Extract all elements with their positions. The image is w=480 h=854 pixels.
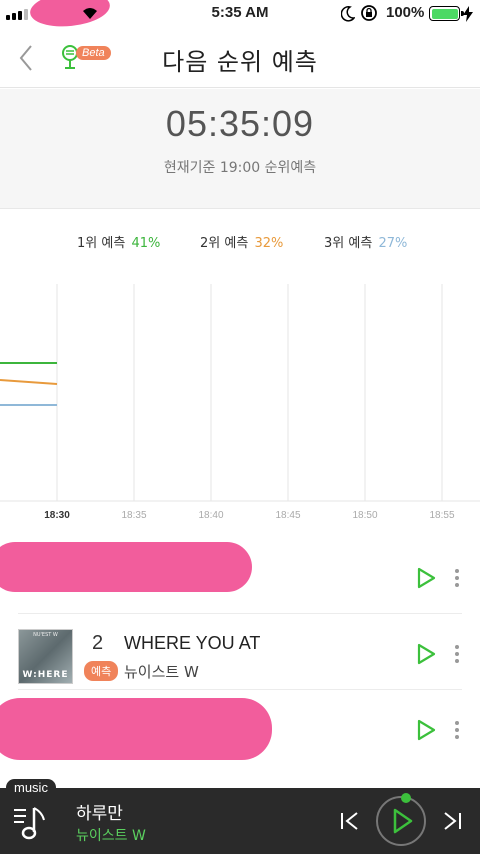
x-tick-label: 18:50 [352, 510, 377, 521]
redaction-mark [0, 698, 272, 760]
countdown-panel: 05:35:09 현재기준 19:00 순위예측 [0, 89, 480, 209]
play-pause-button[interactable] [376, 796, 426, 846]
page-title: 다음 순위 예측 [162, 48, 318, 76]
x-tick-label: 18:45 [275, 510, 300, 521]
x-tick-label: 18:30 [44, 510, 70, 521]
row-divider [18, 613, 462, 614]
legend-item-rank2: 2위 예측 32% [200, 232, 283, 251]
battery-icon [429, 6, 464, 21]
battery-percent: 100% [386, 4, 425, 21]
more-options-button[interactable] [450, 718, 464, 742]
prediction-badge: 예측 [84, 661, 119, 681]
x-tick-label: 18:55 [429, 510, 454, 521]
album-cover-title: W:HERE [22, 670, 69, 680]
now-playing-artist: 뉴이스트 W [76, 828, 146, 844]
rank-number: 2 [92, 632, 104, 654]
status-bar: 5:35 AM 100% [0, 0, 480, 31]
legend-item-rank3: 3위 예측 27% [324, 232, 407, 251]
song-row[interactable]: NU'EST W W:HERE 2 예측 WHERE YOU AT 뉴이스트 W [0, 618, 480, 690]
chart-legend: 1위 예측 41% 2위 예측 32% 3위 예측 27% [0, 232, 480, 256]
legend-item-rank1: 1위 예측 41% [77, 232, 160, 251]
now-playing-title: 하루만 [76, 804, 123, 824]
charging-icon [463, 6, 473, 22]
x-tick-label: 18:35 [121, 510, 146, 521]
previous-track-icon[interactable] [338, 809, 362, 833]
next-track-icon[interactable] [440, 809, 464, 833]
rotation-lock-icon [361, 5, 377, 21]
album-cover: NU'EST W W:HERE [18, 629, 73, 684]
song-title: WHERE YOU AT [124, 633, 261, 653]
legend-label: 1위 예측 [77, 236, 126, 251]
row-divider [18, 689, 462, 690]
music-tag: music [6, 779, 56, 796]
series-line-2 [0, 379, 58, 385]
more-options-button[interactable] [450, 566, 464, 590]
top-navigation-bar: Beta 다음 순위 예측 [0, 28, 480, 88]
redaction-mark [0, 542, 252, 592]
more-options-button[interactable] [450, 642, 464, 666]
chart-svg: 18:30 18:35 18:40 18:45 18:50 18:55 [0, 284, 480, 521]
play-icon[interactable] [414, 718, 438, 742]
play-icon[interactable] [414, 642, 438, 666]
progress-dot [401, 793, 411, 803]
moon-icon [341, 6, 355, 22]
playlist-icon[interactable] [12, 802, 52, 842]
song-artist: 뉴이스트 W [124, 663, 199, 681]
play-icon [393, 808, 413, 834]
song-row[interactable] [0, 542, 480, 614]
legend-pct: 41% [131, 236, 161, 251]
x-tick-label: 18:40 [198, 510, 223, 521]
legend-label: 2위 예측 [200, 236, 249, 251]
song-row[interactable] [0, 694, 480, 766]
album-cover-text: NU'EST W [33, 632, 58, 638]
legend-label: 3위 예측 [324, 236, 373, 251]
prediction-chart: 18:30 18:35 18:40 18:45 18:50 18:55 [0, 284, 480, 524]
play-icon[interactable] [414, 566, 438, 590]
legend-pct: 27% [378, 236, 408, 251]
countdown-clock: 05:35:09 [165, 103, 315, 144]
prediction-caption: 현재기준 19:00 순위예측 [163, 160, 317, 176]
legend-pct: 32% [254, 236, 284, 251]
